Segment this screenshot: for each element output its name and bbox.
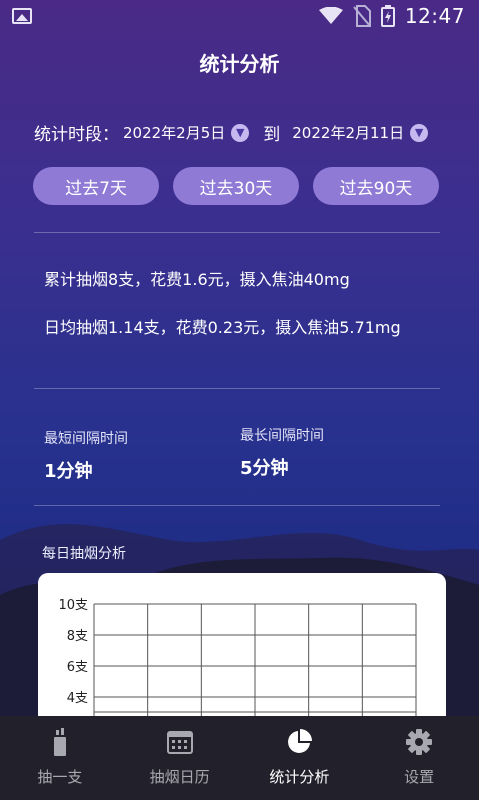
battery-charging-icon [380,5,395,27]
shortest-interval-value: 1分钟 [44,461,93,482]
calendar-icon [166,728,194,756]
daily-chart-title: 每日抽烟分析 [42,546,126,562]
range-7-days-button[interactable]: 过去7天 [33,167,159,205]
period-selector: 统计时段： 2022年2月5日 ▼ 到 2022年2月11日 ▼ [34,120,429,145]
tab-statistics[interactable]: 统计分析 [240,716,360,800]
chevron-down-icon[interactable]: ▼ [410,123,429,142]
cigarette-icon [46,728,74,756]
bottom-tab-bar: 抽一支 抽烟日历 统计分析 设置 [0,716,479,800]
chevron-down-icon[interactable]: ▼ [231,123,250,142]
start-date[interactable]: 2022年2月5日 [123,122,225,143]
pie-chart-icon [285,728,313,756]
tab-label: 设置 [404,768,435,786]
clock: 12:47 [404,4,465,28]
longest-interval-label: 最长间隔时间 [240,428,324,444]
y-tick-label: 4支 [67,691,88,706]
summary-daily-average: 日均抽烟1.14支，花费0.23元，摄入焦油5.71mg [44,318,401,337]
divider [34,388,440,389]
tab-settings[interactable]: 设置 [359,716,479,800]
gallery-icon [12,8,32,24]
wifi-icon [318,7,343,24]
daily-chart-card: 10支 8支 6支 4支 [38,573,446,733]
tab-label: 统计分析 [269,768,330,786]
y-tick-label: 10支 [58,598,88,613]
end-date[interactable]: 2022年2月11日 [292,122,404,143]
quick-range-buttons: 过去7天 过去30天 过去90天 [33,167,439,205]
daily-chart: 10支 8支 6支 4支 [58,598,417,733]
status-bar: 12:47 [0,0,479,32]
range-30-days-button[interactable]: 过去30天 [173,167,299,205]
divider [34,232,440,233]
page-title: 统计分析 [199,52,280,76]
y-tick-label: 8支 [67,629,88,644]
summary-total: 累计抽烟8支，花费1.6元，摄入焦油40mg [44,270,350,289]
longest-interval-value: 5分钟 [240,458,289,479]
period-label: 统计时段： [34,125,119,145]
tab-smoke-one[interactable]: 抽一支 [0,716,120,800]
to-label: 到 [263,125,281,145]
tab-smoking-calendar[interactable]: 抽烟日历 [120,716,240,800]
gear-icon [405,728,433,756]
no-sim-icon [353,5,371,27]
y-tick-label: 6支 [67,660,88,675]
range-90-days-button[interactable]: 过去90天 [313,167,439,205]
shortest-interval-label: 最短间隔时间 [44,431,128,447]
tab-label: 抽烟日历 [149,768,210,786]
tab-label: 抽一支 [37,768,83,786]
